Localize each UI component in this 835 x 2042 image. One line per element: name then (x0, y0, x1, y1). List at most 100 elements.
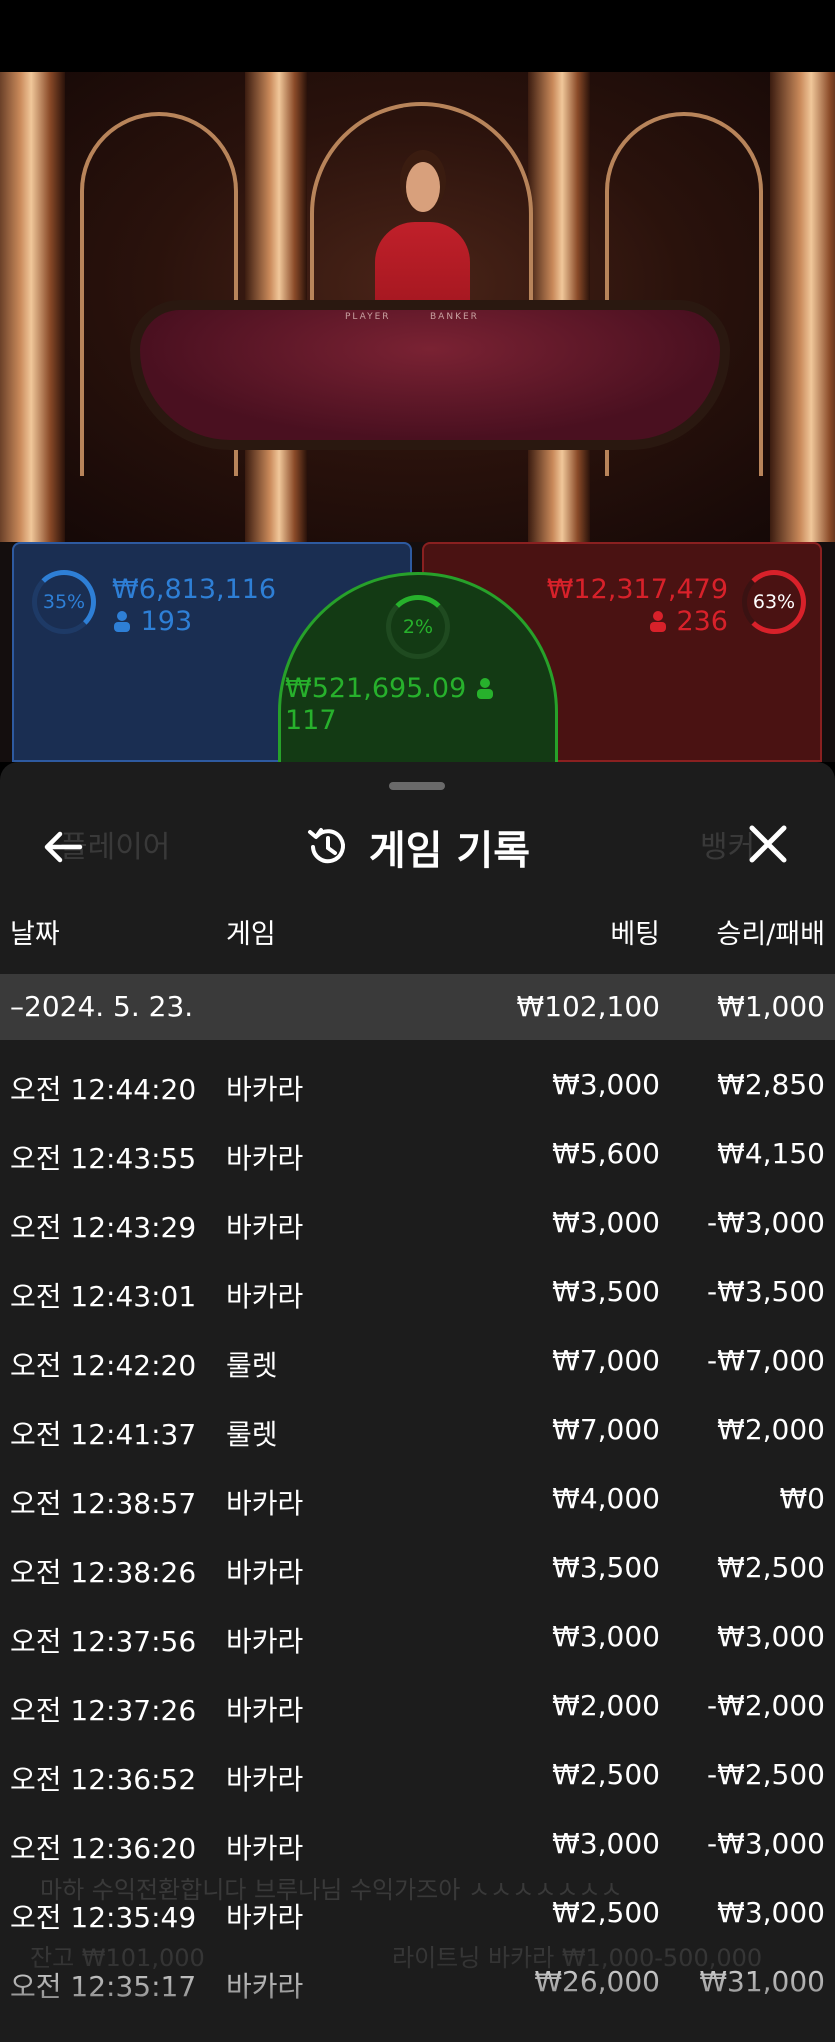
history-row[interactable]: 오전 12:35:49 바카라 ₩2,500 ₩3,000 (0, 1878, 835, 1947)
history-row-result: ₩4,150 (717, 1137, 825, 1170)
history-row-bet: ₩3,000 (552, 1068, 660, 1101)
history-row-game: 바카라 (226, 1694, 304, 1727)
player-count: 193 (112, 606, 192, 638)
history-row-bet: ₩3,000 (552, 1620, 660, 1653)
history-row-result: -₩2,500 (707, 1758, 825, 1791)
history-row-bet: ₩3,000 (552, 1827, 660, 1860)
banker-amount: ₩12,317,479 (546, 574, 728, 605)
date-group-row[interactable]: –2024. 5. 23. ₩102,100 ₩1,000 (0, 974, 835, 1040)
tie-percent: 2% (402, 616, 434, 638)
live-dealer-video: PLAYER BANKER (0, 72, 835, 542)
history-row[interactable]: 오전 12:44:20 바카라 ₩3,000 ₩2,850 (0, 1050, 835, 1119)
history-row-bet: ₩3,500 (552, 1551, 660, 1584)
banker-percent: 63% (752, 591, 796, 613)
player-percent-ring: 35% (32, 570, 96, 634)
person-icon (649, 611, 666, 632)
history-row[interactable]: 오전 12:37:26 바카라 ₩2,000 -₩2,000 (0, 1671, 835, 1740)
history-row-result: ₩2,850 (717, 1068, 825, 1101)
history-row-time: 오전 12:38:26 (10, 1556, 197, 1589)
banker-count-value: 236 (676, 606, 728, 637)
banker-count: 236 (648, 606, 728, 638)
column-header-win-loss: 승리/패배 (716, 919, 825, 950)
history-row-time: 오전 12:41:37 (10, 1418, 197, 1451)
history-row-result: -₩3,000 (707, 1206, 825, 1239)
history-row-time: 오전 12:43:55 (10, 1142, 197, 1175)
person-icon (114, 611, 130, 632)
history-row-time: 오전 12:44:20 (10, 1073, 197, 1106)
history-row-bet: ₩4,000 (552, 1482, 660, 1515)
history-row-bet: ₩26,000 (534, 1965, 660, 1998)
pillar (770, 72, 835, 542)
history-row-result: ₩0 (779, 1482, 826, 1515)
history-row-bet: ₩7,000 (552, 1413, 660, 1446)
history-clock-icon (307, 828, 345, 864)
history-row-bet: ₩3,000 (552, 1206, 660, 1239)
date-group-bet-total: ₩102,100 (516, 990, 660, 1023)
game-history-sheet: 플레이어 뱅커 마하 수익전환합니다 브루나님 수익가즈아 ㅅㅅㅅㅅㅅㅅㅅ 잔고… (0, 762, 835, 2042)
history-row[interactable]: 오전 12:38:57 바카라 ₩4,000 ₩0 (0, 1464, 835, 1533)
tie-amount: ₩521,695.09 (285, 673, 467, 704)
history-row-game: 바카라 (226, 1487, 304, 1520)
date-group-result-total: ₩1,000 (717, 990, 825, 1023)
column-header-game: 게임 (226, 919, 276, 950)
history-row-bet: ₩2,500 (552, 1758, 660, 1791)
status-bar (0, 0, 835, 72)
history-row-result: -₩3,500 (707, 1275, 825, 1308)
history-row-game: 바카라 (226, 1901, 304, 1934)
history-row-bet: ₩5,600 (552, 1137, 660, 1170)
column-header-bet: 베팅 (610, 919, 660, 950)
history-row-game: 바카라 (226, 1832, 304, 1865)
history-row-time: 오전 12:38:57 (10, 1487, 197, 1520)
history-row-bet: ₩3,500 (552, 1275, 660, 1308)
history-row-game: 바카라 (226, 1073, 304, 1106)
betting-stats: 35% ₩6,813,116 193 ₩12,317,479 236 63% 2… (0, 542, 835, 772)
history-row-game: 룰렛 (226, 1418, 278, 1451)
history-row-time: 오전 12:37:56 (10, 1625, 197, 1658)
tie-count-value: 117 (285, 705, 337, 736)
history-row-result: -₩7,000 (707, 1344, 825, 1377)
history-row-result: ₩31,000 (699, 1965, 825, 1998)
history-row-time: 오전 12:37:26 (10, 1694, 197, 1727)
history-row[interactable]: 오전 12:43:55 바카라 ₩5,600 ₩4,150 (0, 1119, 835, 1188)
history-row[interactable]: 오전 12:36:52 바카라 ₩2,500 -₩2,500 (0, 1740, 835, 1809)
history-row-game: 바카라 (226, 1556, 304, 1589)
history-row-time: 오전 12:42:20 (10, 1349, 197, 1382)
history-row[interactable]: 오전 12:37:56 바카라 ₩3,000 ₩3,000 (0, 1602, 835, 1671)
history-row[interactable]: 오전 12:35:17 바카라 ₩26,000 ₩31,000 (0, 1947, 835, 2016)
history-row[interactable]: 오전 12:41:37 룰렛 ₩7,000 ₩2,000 (0, 1395, 835, 1464)
history-row[interactable]: 오전 12:36:20 바카라 ₩3,000 -₩3,000 (0, 1809, 835, 1878)
history-row-result: ₩2,500 (717, 1551, 825, 1584)
dealer (406, 162, 440, 212)
pillar (0, 72, 65, 542)
history-row-game: 룰렛 (226, 1349, 278, 1382)
history-row-game: 바카라 (226, 1970, 304, 2003)
player-count-value: 193 (140, 606, 193, 637)
history-row[interactable]: 오전 12:43:29 바카라 ₩3,000 -₩3,000 (0, 1188, 835, 1257)
close-button[interactable] (744, 820, 792, 868)
column-header-date: 날짜 (10, 919, 60, 950)
history-row-time: 오전 12:35:49 (10, 1901, 197, 1934)
history-row-game: 바카라 (226, 1142, 304, 1175)
history-row-bet: ₩2,000 (552, 1689, 660, 1722)
history-row-result: ₩2,000 (717, 1413, 825, 1446)
tie-amount-line: ₩521,695.09 117 (285, 673, 555, 737)
history-row-game: 바카라 (226, 1211, 304, 1244)
table-label-player: PLAYER (345, 312, 391, 322)
history-row-result: -₩2,000 (707, 1689, 825, 1722)
page-title: 게임 기록 (368, 828, 531, 874)
drag-handle[interactable] (389, 782, 445, 790)
history-row-game: 바카라 (226, 1625, 304, 1658)
history-row[interactable]: 오전 12:42:20 룰렛 ₩7,000 -₩7,000 (0, 1326, 835, 1395)
history-row[interactable]: 오전 12:38:26 바카라 ₩3,500 ₩2,500 (0, 1533, 835, 1602)
history-row-time: 오전 12:35:17 (10, 1970, 197, 2003)
close-x-icon (749, 825, 787, 863)
history-row-time: 오전 12:36:52 (10, 1763, 197, 1796)
tie-percent-ring: 2% (386, 595, 450, 659)
history-row-game: 바카라 (226, 1280, 304, 1313)
player-amount: ₩6,813,116 (112, 574, 277, 605)
history-row-result: ₩3,000 (717, 1620, 825, 1653)
history-row-bet: ₩2,500 (552, 1896, 660, 1929)
history-row[interactable]: 오전 12:43:01 바카라 ₩3,500 -₩3,500 (0, 1257, 835, 1326)
history-row-bet: ₩7,000 (552, 1344, 660, 1377)
history-row-time: 오전 12:43:29 (10, 1211, 197, 1244)
